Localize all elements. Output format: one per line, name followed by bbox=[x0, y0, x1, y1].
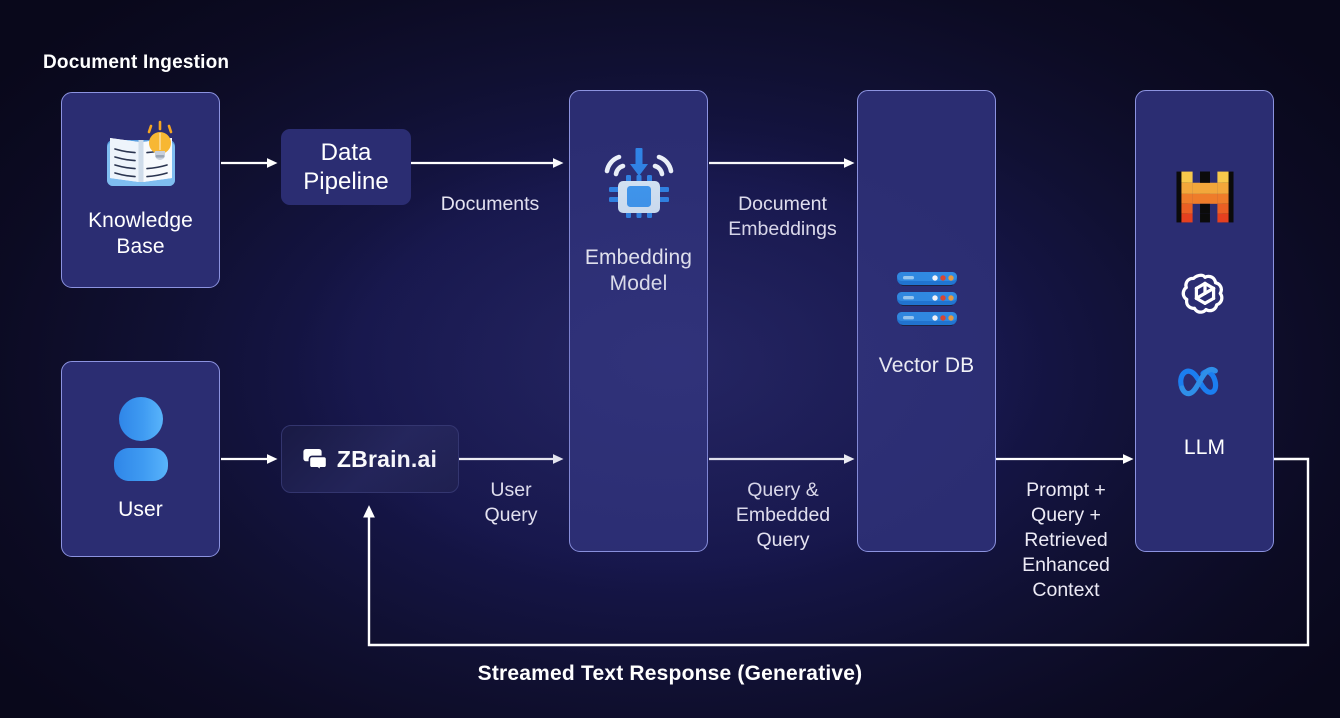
node-embedding-model-label: Embedding Model bbox=[584, 246, 693, 295]
mistral-logo bbox=[1174, 169, 1236, 225]
open-book-lightbulb-icon bbox=[99, 120, 183, 194]
edge-label-prompt-context: Prompt + Query + Retrieved Enhanced Cont… bbox=[1022, 479, 1110, 601]
edge-label-streamed-response: Streamed Text Response (Generative) bbox=[477, 662, 863, 685]
user-avatar-icon bbox=[102, 395, 180, 481]
node-embedding-model[interactable]: Embedding Model bbox=[569, 90, 708, 552]
diagram-canvas: Document Ingestion Knowledge Base Data P… bbox=[0, 0, 1340, 718]
node-zbrain-label: ZBrain.ai bbox=[336, 445, 438, 472]
node-knowledge-base-label: Knowledge Base bbox=[88, 209, 193, 258]
node-zbrain[interactable]: ZBrain.ai bbox=[281, 425, 459, 493]
edge-label-document-embeddings: Document Embeddings bbox=[728, 193, 837, 240]
openai-logo bbox=[1179, 269, 1231, 321]
node-vector-db-label: Vector DB bbox=[878, 354, 975, 377]
node-data-pipeline[interactable]: Data Pipeline bbox=[281, 129, 411, 205]
node-knowledge-base[interactable]: Knowledge Base bbox=[61, 92, 220, 288]
chat-bubble-icon bbox=[303, 448, 328, 470]
node-llm-label: LLM bbox=[1183, 436, 1226, 459]
cpu-chip-embedding-icon bbox=[593, 135, 685, 227]
section-title-document-ingestion: Document Ingestion bbox=[43, 52, 230, 73]
node-data-pipeline-label: Data Pipeline bbox=[303, 139, 389, 195]
server-stack-icon bbox=[890, 263, 964, 337]
edge-label-documents: Documents bbox=[440, 193, 540, 215]
meta-logo bbox=[1176, 361, 1234, 401]
node-user-label: User bbox=[118, 498, 163, 521]
node-vector-db[interactable]: Vector DB bbox=[857, 90, 996, 552]
edge-label-query-embedded-query: Query & Embedded Query bbox=[735, 479, 831, 551]
node-user[interactable]: User bbox=[61, 361, 220, 557]
edge-label-user-query: User Query bbox=[484, 479, 538, 526]
node-llm[interactable]: LLM bbox=[1135, 90, 1274, 552]
